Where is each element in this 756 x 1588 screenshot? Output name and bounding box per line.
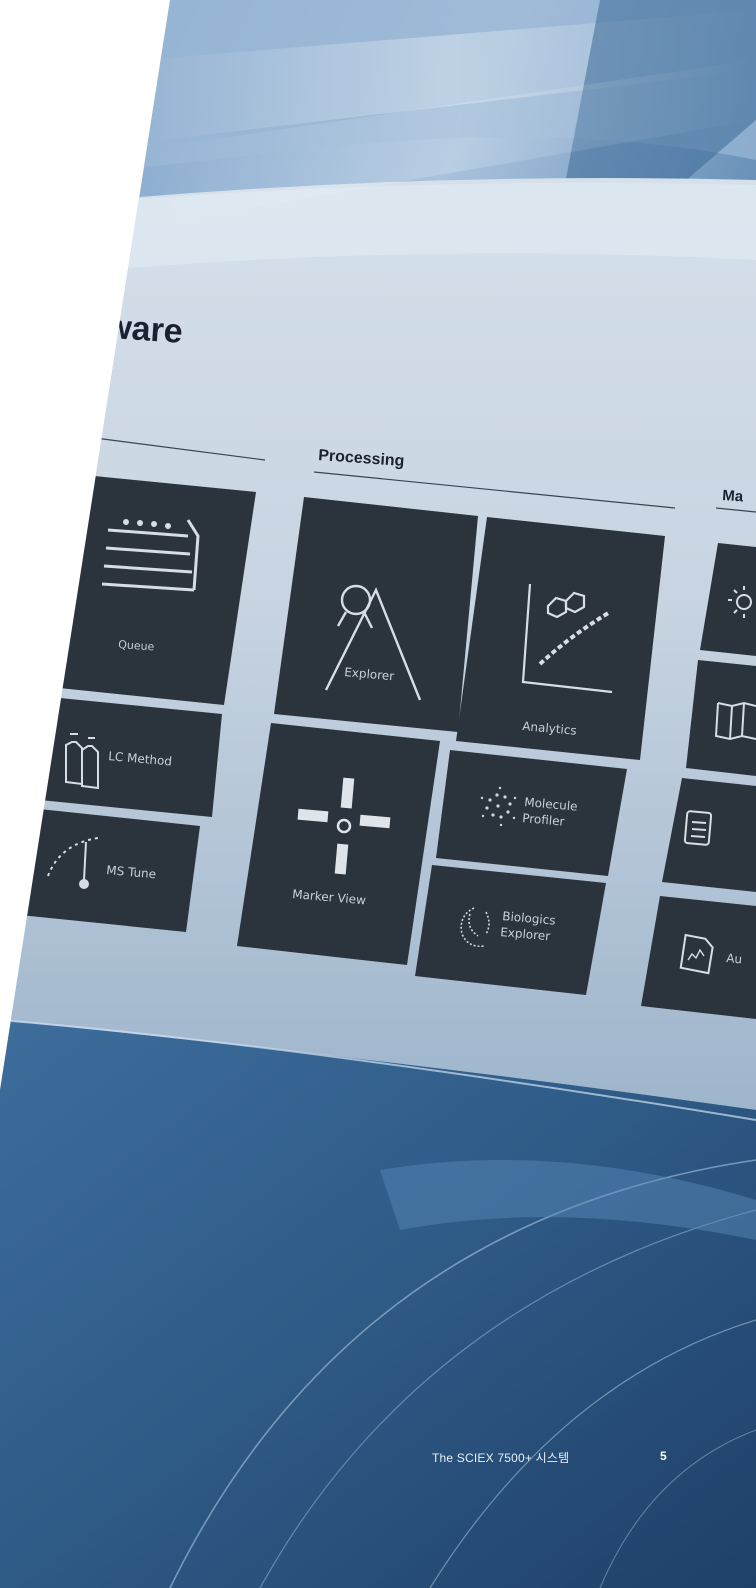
molecule-profiler-tile[interactable]: Molecule Profiler	[436, 750, 627, 876]
explorer-tile[interactable]: Explorer	[274, 497, 478, 732]
queue-tile[interactable]: Queue	[40, 474, 256, 705]
lc-method-tile[interactable]: LC Method	[30, 696, 222, 817]
queue-label: Queue	[118, 638, 155, 654]
marker-view-tile[interactable]: Marker View	[237, 723, 440, 965]
page-number: 5	[660, 1449, 667, 1463]
right-tile-2[interactable]	[686, 660, 756, 776]
right-tile-4[interactable]: Au	[641, 896, 756, 1019]
software-title-fragment: ftware	[81, 306, 184, 351]
page: ftware Processing Ma Queue LC Method MS …	[0, 0, 756, 1588]
ma-heading: Ma	[722, 487, 745, 505]
ms-tune-tile[interactable]: MS Tune	[20, 808, 200, 932]
footer-caption: The SCIEX 7500+ 시스템	[432, 1451, 570, 1465]
au-label: Au	[726, 951, 743, 966]
analytics-tile[interactable]: Analytics	[456, 517, 665, 760]
biologics-explorer-tile[interactable]: Biologics Explorer	[415, 865, 606, 995]
monitor-photo: ftware Processing Ma Queue LC Method MS …	[0, 0, 756, 1588]
